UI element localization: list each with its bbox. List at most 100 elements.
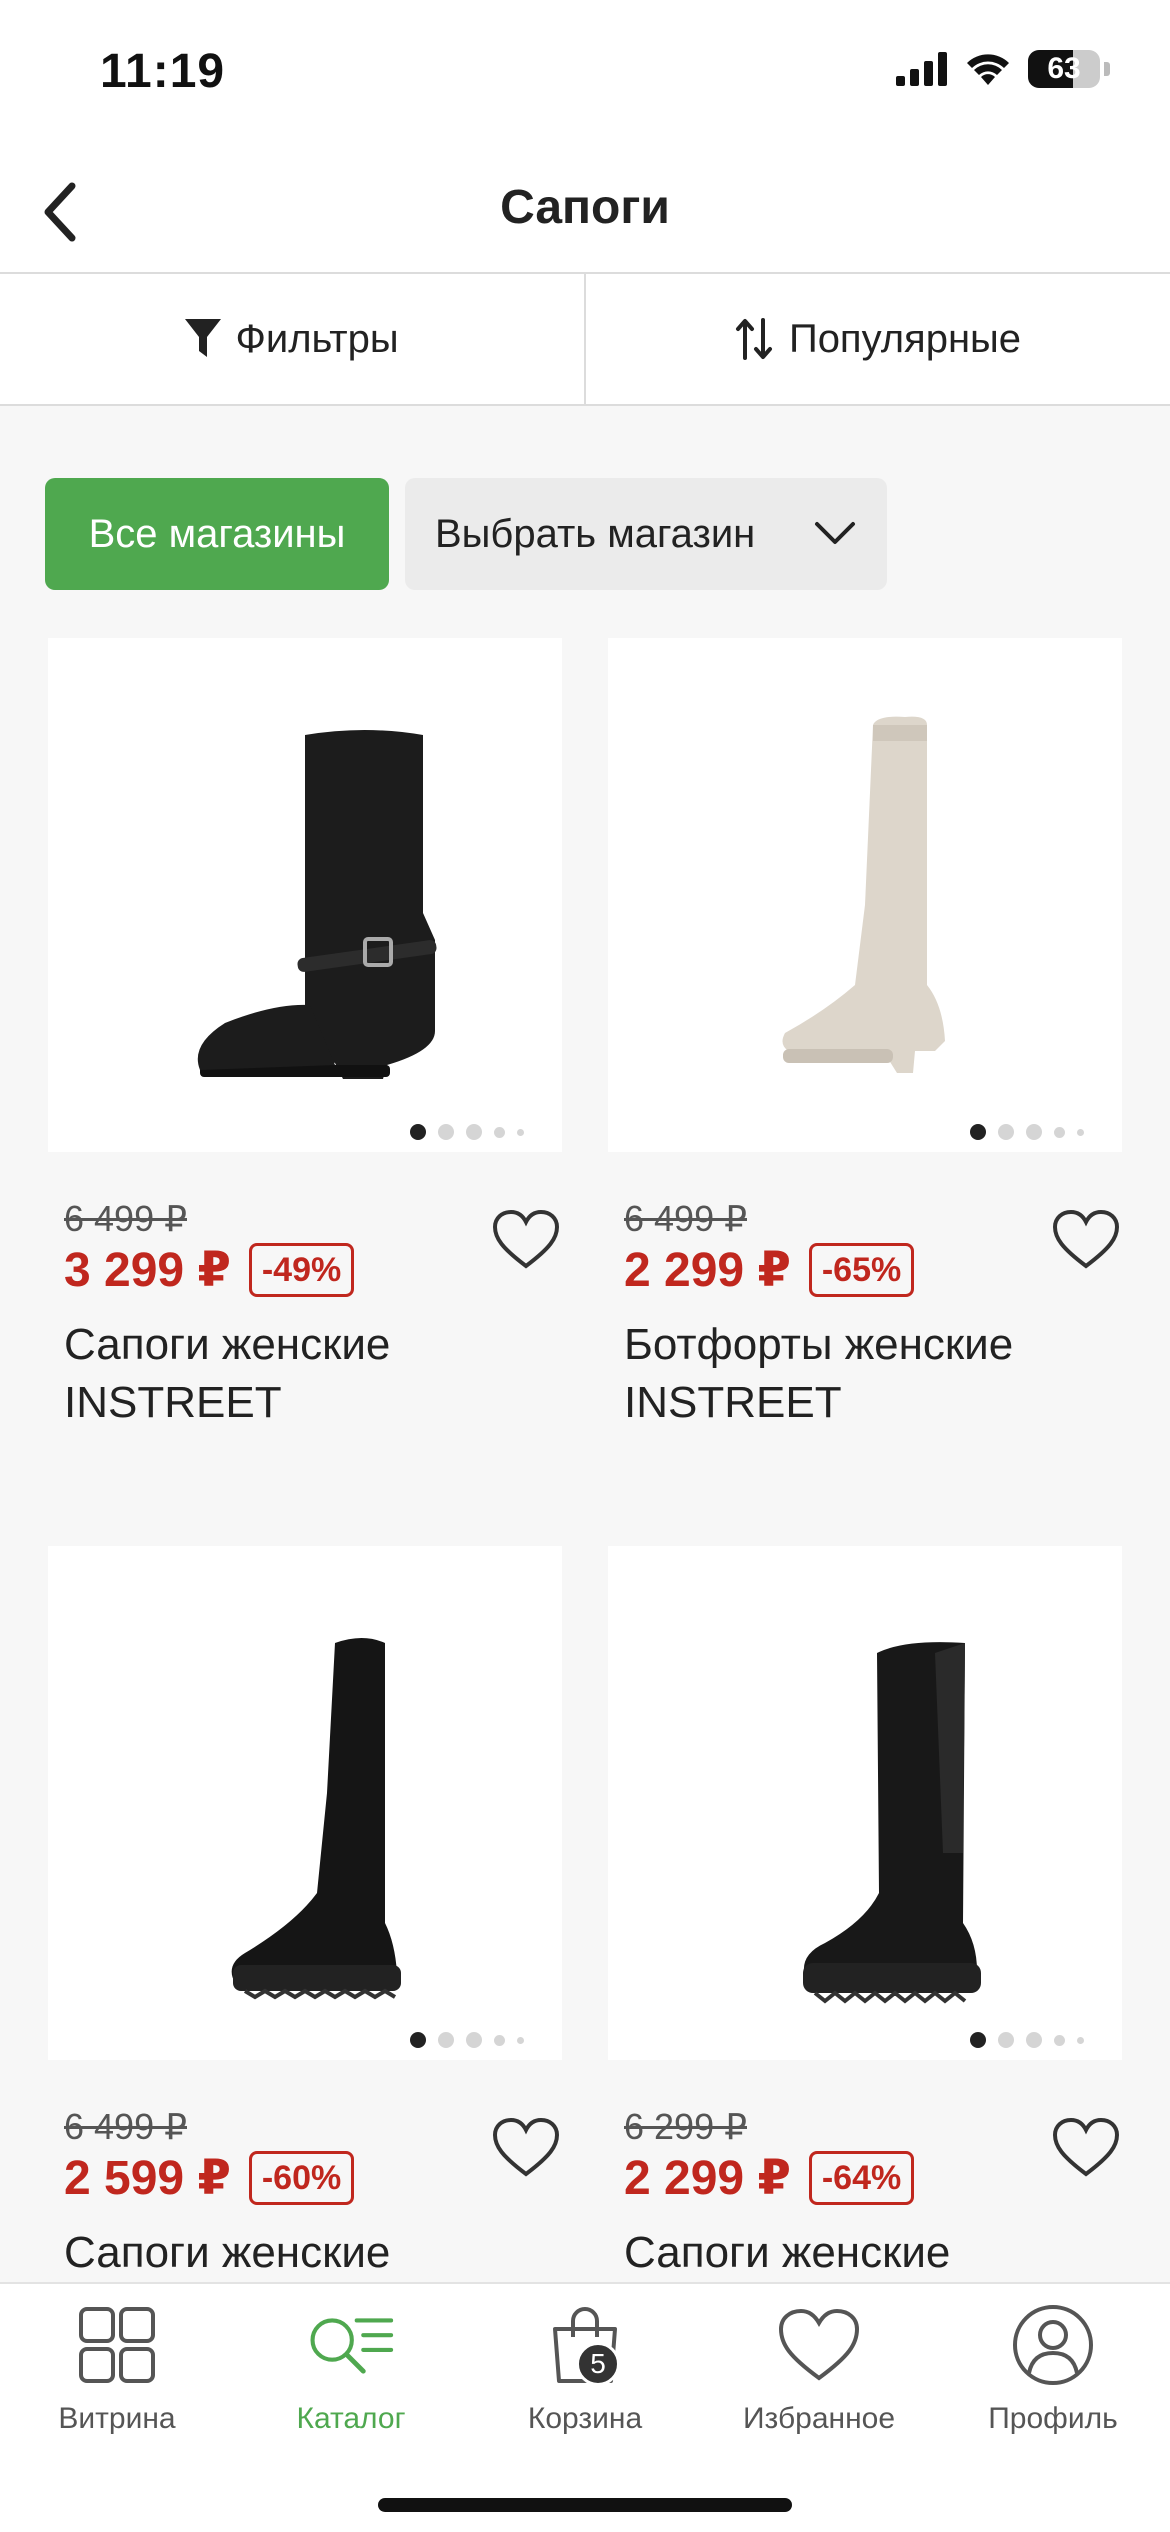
- black-suede-over-knee-boot-image: [231, 1638, 401, 2000]
- bag-icon: 5: [540, 2300, 630, 2390]
- old-price: 6 499 ₽: [64, 2106, 187, 2147]
- product-info: 6 499 ₽ 2 599 ₽ -60% Сапоги женские: [48, 2060, 562, 2282]
- filters-label: Фильтры: [235, 316, 399, 361]
- price-row: 2 599 ₽ -60%: [64, 2150, 562, 2206]
- bottom-nav: Витрина Каталог 5 Корзина Избранное Проф…: [0, 2282, 1170, 2532]
- current-price: 3 299 ₽: [64, 1244, 231, 1297]
- product-info: 6 499 ₽ 2 299 ₽ -65% Ботфорты женские IN…: [608, 1152, 1122, 1432]
- chevron-down-icon: [815, 522, 855, 544]
- carousel-dot: [1054, 1126, 1065, 1138]
- carousel-dot: [438, 1124, 454, 1140]
- old-price: 6 499 ₽: [624, 1198, 747, 1239]
- carousel-dot: [1077, 1128, 1084, 1136]
- product-card[interactable]: 6 499 ₽ 3 299 ₽ -49% Сапоги женские INST…: [48, 638, 562, 1432]
- favorite-button[interactable]: [1050, 2112, 1122, 2184]
- product-card[interactable]: 6 499 ₽ 2 299 ₽ -65% Ботфорты женские IN…: [608, 638, 1122, 1432]
- heart-icon: [774, 2300, 864, 2390]
- sort-label: Популярные: [788, 316, 1022, 361]
- carousel-dot: [438, 2032, 454, 2048]
- funnel-icon: [185, 319, 222, 357]
- favorite-button[interactable]: [490, 1204, 562, 1276]
- black-leather-boot-image: [197, 730, 437, 1079]
- product-info: 6 299 ₽ 2 299 ₽ -64% Сапоги женские: [608, 2060, 1122, 2282]
- image-carousel-dots[interactable]: [410, 2032, 524, 2048]
- nav-label: Витрина: [58, 2402, 176, 2435]
- boot-body: [305, 730, 435, 1079]
- discount-badge: -65%: [808, 1243, 915, 1297]
- nav-item-favorites[interactable]: Избранное: [702, 2284, 936, 2454]
- nav-label: Профиль: [988, 2402, 1118, 2435]
- header: Сапоги: [0, 150, 1170, 274]
- product-title[interactable]: Сапоги женские: [624, 2224, 1064, 2282]
- black-chunky-boot-image: [803, 1642, 981, 2004]
- carousel-dot: [1026, 2032, 1042, 2048]
- nav-item-profile[interactable]: Профиль: [936, 2284, 1170, 2454]
- select-store-label: Выбрать магазин: [435, 511, 756, 556]
- nav-label: Избранное: [742, 2402, 896, 2435]
- grid-icon: [72, 2300, 162, 2390]
- carousel-dot: [970, 2032, 986, 2048]
- product-image[interactable]: [608, 638, 1122, 1152]
- image-carousel-dots[interactable]: [410, 1124, 524, 1140]
- carousel-dot: [998, 1124, 1014, 1140]
- carousel-dot: [1077, 2036, 1084, 2044]
- wifi-icon: [967, 54, 1009, 85]
- carousel-dot: [494, 2034, 505, 2046]
- sort-arrows-icon: [735, 318, 772, 360]
- battery-icon: 63: [1028, 50, 1100, 88]
- status-time: 11:19: [100, 45, 226, 98]
- discount-badge: -64%: [808, 2151, 915, 2205]
- old-price: 6 299 ₽: [624, 2106, 747, 2147]
- battery-level: 63: [1047, 52, 1081, 85]
- carousel-dot: [466, 1124, 482, 1140]
- carousel-dot: [998, 2032, 1014, 2048]
- boot-body: [231, 1638, 397, 1985]
- store-chips: Все магазины Выбрать магазин: [45, 478, 887, 590]
- product-card[interactable]: 6 499 ₽ 2 599 ₽ -60% Сапоги женские: [48, 1546, 562, 2282]
- heart-icon: [1052, 2118, 1120, 2177]
- product-card[interactable]: 6 299 ₽ 2 299 ₽ -64% Сапоги женские: [608, 1546, 1122, 2282]
- discount-badge: -49%: [248, 1243, 355, 1297]
- cellular-signal-icon: [896, 52, 947, 86]
- sort-button[interactable]: Популярные: [584, 274, 1170, 404]
- product-image[interactable]: [608, 1546, 1122, 2060]
- battery-nub: [1104, 62, 1110, 76]
- home-indicator[interactable]: [378, 2498, 792, 2512]
- status-bar: 11:19 63: [0, 0, 1170, 150]
- carousel-dot: [410, 1124, 426, 1140]
- carousel-dot: [1054, 2034, 1065, 2046]
- current-price: 2 299 ₽: [624, 2152, 791, 2205]
- page-title: Сапоги: [500, 181, 670, 234]
- nav-item-showcase[interactable]: Витрина: [0, 2284, 234, 2454]
- all-stores-chip[interactable]: Все магазины: [45, 478, 389, 590]
- nav-item-catalog[interactable]: Каталог: [234, 2284, 468, 2454]
- image-carousel-dots[interactable]: [970, 1124, 1084, 1140]
- favorite-button[interactable]: [490, 2112, 562, 2184]
- price-row: 2 299 ₽ -65%: [624, 1242, 1122, 1298]
- favorite-button[interactable]: [1050, 1204, 1122, 1276]
- product-image[interactable]: [48, 1546, 562, 2060]
- product-title[interactable]: Сапоги женские: [64, 2224, 504, 2282]
- product-image[interactable]: [48, 638, 562, 1152]
- carousel-dot: [517, 1128, 524, 1136]
- beige-over-knee-boot-image: [782, 716, 945, 1073]
- nav-item-cart[interactable]: 5 Корзина: [468, 2284, 702, 2454]
- profile-icon: [1008, 2300, 1098, 2390]
- carousel-dot: [517, 2036, 524, 2044]
- filters-button[interactable]: Фильтры: [0, 274, 584, 404]
- select-store-dropdown[interactable]: Выбрать магазин: [405, 478, 887, 590]
- product-title[interactable]: Ботфорты женские INSTREET: [624, 1316, 1064, 1432]
- carousel-dot: [466, 2032, 482, 2048]
- current-price: 2 599 ₽: [64, 2152, 231, 2205]
- status-icons: 63: [896, 50, 1110, 88]
- product-title[interactable]: Сапоги женские INSTREET: [64, 1316, 504, 1432]
- boot-body: [782, 716, 945, 1073]
- cart-badge: 5: [576, 2342, 620, 2386]
- image-carousel-dots[interactable]: [970, 2032, 1084, 2048]
- price-row: 3 299 ₽ -49%: [64, 1242, 562, 1298]
- heart-icon: [492, 1210, 560, 1269]
- product-info: 6 499 ₽ 3 299 ₽ -49% Сапоги женские INST…: [48, 1152, 562, 1432]
- discount-badge: -60%: [248, 2151, 355, 2205]
- nav-label: Каталог: [296, 2402, 406, 2435]
- filter-sort-bar: Фильтры Популярные: [0, 274, 1170, 406]
